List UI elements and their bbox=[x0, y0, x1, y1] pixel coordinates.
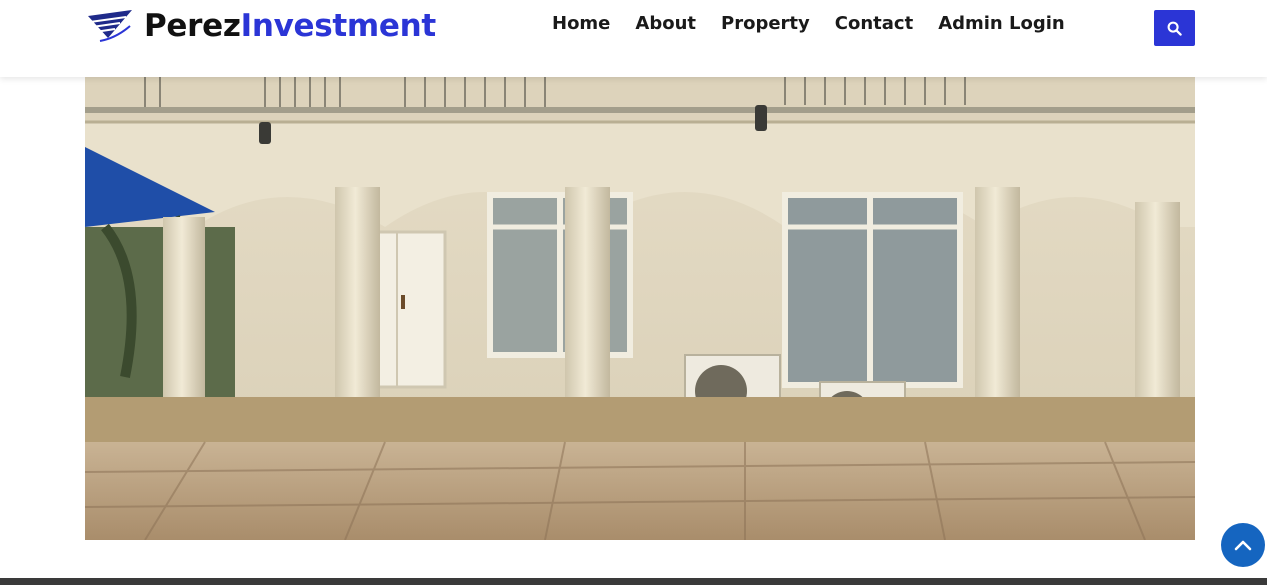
next-section-strip bbox=[0, 578, 1267, 585]
logo-icon bbox=[86, 8, 134, 44]
nav-property[interactable]: Property bbox=[721, 12, 810, 36]
nav-contact[interactable]: Contact bbox=[835, 12, 913, 36]
main-nav: Home About Property Contact Admin Login bbox=[552, 12, 1090, 36]
search-button[interactable] bbox=[1154, 10, 1195, 46]
site-header: PerezInvestment Home About Property Cont… bbox=[0, 0, 1267, 77]
brand-part-1: Perez bbox=[144, 8, 241, 44]
back-to-top-button[interactable] bbox=[1221, 523, 1265, 567]
nav-about[interactable]: About bbox=[635, 12, 696, 36]
brand-name: PerezInvestment bbox=[144, 8, 436, 44]
logo-link[interactable]: PerezInvestment bbox=[86, 8, 436, 44]
chevron-up-icon bbox=[1234, 539, 1252, 551]
property-photo bbox=[85, 77, 1195, 540]
search-icon bbox=[1167, 21, 1182, 36]
nav-admin-login[interactable]: Admin Login bbox=[938, 12, 1065, 36]
brand-part-2: Investment bbox=[240, 8, 437, 44]
nav-home[interactable]: Home bbox=[552, 12, 610, 36]
